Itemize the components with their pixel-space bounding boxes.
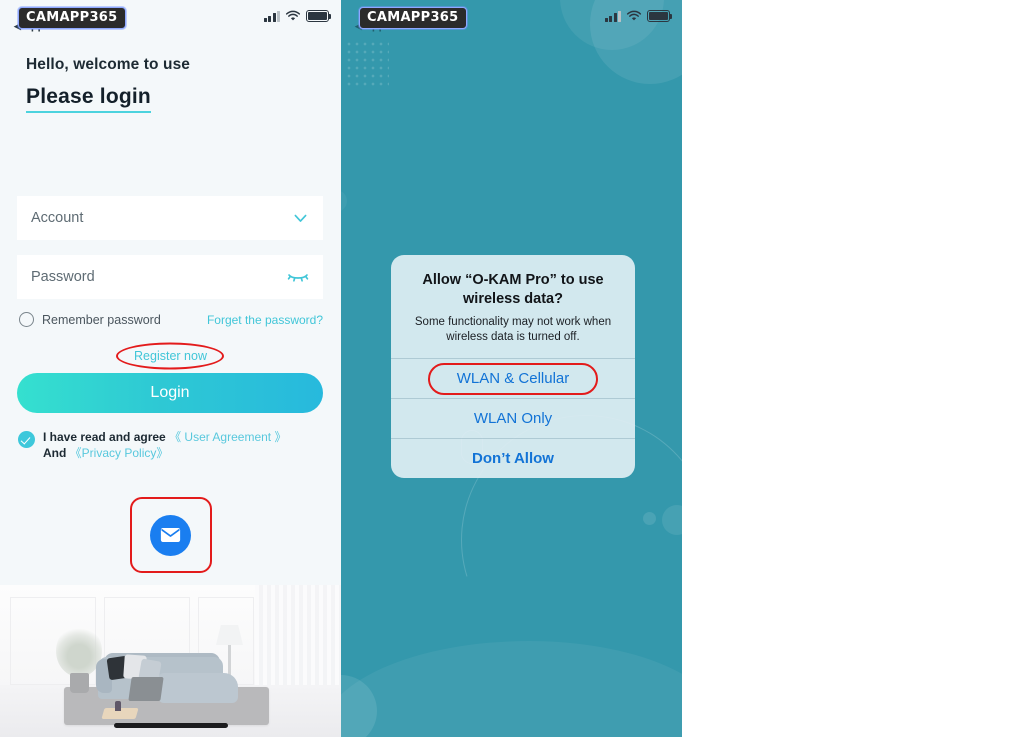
- status-icons-left: [263, 10, 332, 22]
- agreement-text: I have read and agree 《 User Agreement 》…: [43, 429, 286, 461]
- remember-radio[interactable]: [19, 312, 34, 327]
- alert-title: Allow “O-KAM Pro” to use wireless data?: [422, 272, 604, 307]
- login-heading: Hello, welcome to use Please login: [26, 56, 190, 113]
- alert-header: Allow “O-KAM Pro” to use wireless data? …: [391, 255, 635, 358]
- agreement-row[interactable]: I have read and agree 《 User Agreement 》…: [18, 429, 318, 461]
- email-login-button[interactable]: [150, 514, 191, 556]
- vase: [115, 701, 121, 711]
- camapp365-watermark: CAMAPP365: [18, 7, 126, 29]
- alert-button-dont-allow[interactable]: Don’t Allow: [391, 438, 635, 478]
- status-icons-right: [604, 10, 673, 22]
- account-placeholder: Account: [31, 210, 84, 226]
- living-room-photo: [0, 585, 341, 737]
- remember-password-toggle[interactable]: Remember password: [19, 312, 161, 327]
- agreement-lead: I have read and agree: [43, 430, 166, 444]
- battery-full-icon: [647, 10, 673, 22]
- decor-circle: [341, 190, 347, 212]
- wifi-icon: [626, 10, 642, 21]
- wifi-icon: [285, 10, 301, 21]
- privacy-policy-link[interactable]: 《Privacy Policy》: [70, 446, 169, 460]
- home-indicator[interactable]: [113, 723, 228, 728]
- alert-button-label: WLAN & Cellular: [456, 370, 570, 387]
- dot-grid-pattern: [345, 40, 389, 88]
- white-background-area: [682, 0, 1024, 737]
- alert-message: Some functionality may not work when wir…: [414, 316, 612, 343]
- plant-pot: [70, 673, 89, 693]
- alert-button-wlan-only[interactable]: WLAN Only: [391, 398, 635, 438]
- permission-dialog-screen: ◀ App Store CAMAPP365 Allow “O-KAM Pro” …: [341, 0, 682, 737]
- page-title: Please login: [26, 85, 151, 113]
- battery-full-icon: [306, 10, 332, 22]
- alert-button-label: Don’t Allow: [472, 450, 554, 467]
- annotation-box-email: [129, 497, 212, 573]
- password-placeholder: Password: [31, 269, 95, 285]
- register-row: Register now: [0, 342, 341, 370]
- agreement-checkbox[interactable]: [18, 431, 35, 448]
- agreement-and: And: [43, 446, 67, 460]
- login-button[interactable]: Login: [17, 373, 323, 413]
- cellular-bars-icon: [263, 10, 280, 22]
- account-input[interactable]: Account: [17, 196, 323, 240]
- eye-closed-icon[interactable]: [287, 270, 309, 284]
- alert-button-wlan-cellular[interactable]: WLAN & Cellular: [391, 358, 635, 398]
- forgot-password-link[interactable]: Forget the password?: [207, 313, 323, 327]
- sofa-chaise: [158, 673, 238, 703]
- envelope-icon: [160, 528, 181, 542]
- dual-phone-screenshot: ◀ App Store CAMAPP365 Hello, welcome to …: [0, 0, 1024, 737]
- decor-wave: [341, 641, 682, 737]
- alert-button-label: WLAN Only: [473, 410, 553, 427]
- register-now-link[interactable]: Register now: [112, 342, 229, 370]
- register-now-label: Register now: [134, 349, 207, 363]
- login-screen: ◀ App Store CAMAPP365 Hello, welcome to …: [0, 0, 341, 737]
- wireless-data-permission-alert: Allow “O-KAM Pro” to use wireless data? …: [391, 255, 635, 478]
- chevron-down-icon[interactable]: [292, 210, 309, 227]
- remember-row: Remember password Forget the password?: [19, 312, 323, 327]
- remember-label: Remember password: [42, 312, 161, 327]
- throw-blanket: [128, 677, 164, 701]
- email-login-row: [0, 497, 341, 573]
- camapp365-watermark: CAMAPP365: [359, 7, 467, 29]
- user-agreement-link[interactable]: 《 User Agreement 》: [169, 430, 286, 444]
- cellular-bars-icon: [604, 10, 621, 22]
- password-input[interactable]: Password: [17, 255, 323, 299]
- greeting-text: Hello, welcome to use: [26, 56, 191, 73]
